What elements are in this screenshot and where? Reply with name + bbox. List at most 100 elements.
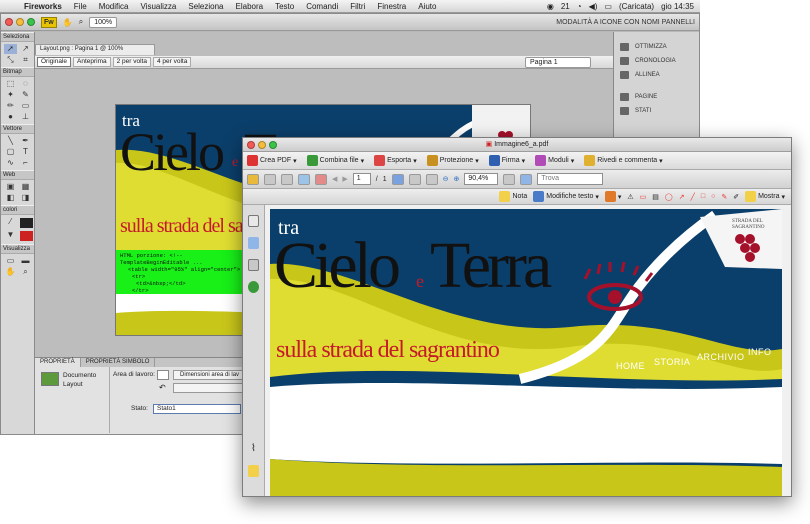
line-tool-icon[interactable]: ╲ xyxy=(4,136,17,146)
view-4up-button[interactable]: 4 per volta xyxy=(153,57,192,67)
canvas-color-swatch[interactable] xyxy=(157,370,169,380)
eraser-icon[interactable]: ✐ xyxy=(733,193,739,201)
menu-testo[interactable]: Testo xyxy=(269,2,300,11)
rotate-icon[interactable]: ↶ xyxy=(159,383,166,392)
select-tool-icon[interactable] xyxy=(391,173,404,185)
clock[interactable]: gio 14:35 xyxy=(661,2,694,11)
workspace-mode-select[interactable]: MODALITÀ A ICONE CON NOMI PANNELLI xyxy=(556,19,695,26)
panel-ottimizza[interactable]: OTTIMIZZA xyxy=(614,40,699,54)
zoom-select[interactable]: 100% xyxy=(89,16,118,28)
zoom-input[interactable]: 90,4% xyxy=(464,173,499,185)
tab-proprieta-simbolo[interactable]: PROPRIETÀ SIMBOLO xyxy=(81,358,156,367)
highlight-icon[interactable]: ▭ xyxy=(640,193,647,201)
lasso-tool-icon[interactable]: ◌ xyxy=(19,79,32,89)
modifiche-testo-button[interactable]: Modifiche testo ▾ xyxy=(533,191,599,202)
full-screen-icon[interactable]: ▬ xyxy=(19,256,32,266)
rectangle-tool-icon[interactable]: ▢ xyxy=(4,147,17,157)
battery-icon[interactable]: ▭ xyxy=(604,2,612,11)
hand-tool-icon[interactable]: ✋ xyxy=(4,267,17,277)
acrobat-minimize-button[interactable] xyxy=(258,141,266,149)
mostra-button[interactable]: Mostra ▾ xyxy=(745,191,785,202)
firma-button[interactable]: Firma ▾ xyxy=(488,155,525,166)
document-tab[interactable]: Layout.png : Pagina 1 @ 100% xyxy=(35,44,155,55)
nav-archivio-link[interactable]: ARCHIVIO xyxy=(697,352,745,362)
eyedropper-icon[interactable]: ⁄ xyxy=(4,217,17,227)
eraser-tool-icon[interactable]: ▭ xyxy=(19,101,32,111)
moduli-button[interactable]: Moduli ▾ xyxy=(535,155,574,166)
hide-slices-icon[interactable]: ◧ xyxy=(4,193,17,203)
slice-tool-icon[interactable]: ▦ xyxy=(19,182,32,192)
brush-tool-icon[interactable]: ✎ xyxy=(19,90,32,100)
arrow-icon[interactable]: ↗ xyxy=(679,193,685,201)
blur-tool-icon[interactable]: ● xyxy=(4,112,17,122)
view-anteprima-button[interactable]: Anteprima xyxy=(73,57,111,67)
bookmarks-icon[interactable] xyxy=(248,237,259,249)
menu-aiuto[interactable]: Aiuto xyxy=(412,2,442,11)
view-2up-button[interactable]: 2 per volta xyxy=(112,57,151,67)
upload-icon[interactable] xyxy=(315,173,327,185)
zoom-out-icon[interactable]: ⊖ xyxy=(443,175,449,183)
zoom-tool-icon[interactable]: ⌕ xyxy=(19,267,32,277)
esporta-button[interactable]: Esporta ▾ xyxy=(374,155,417,166)
subselect-tool-icon[interactable]: ↗ xyxy=(19,44,32,54)
freeform-tool-icon[interactable]: ∿ xyxy=(4,158,17,168)
combina-file-button[interactable]: Combina file ▾ xyxy=(306,155,364,166)
page-select[interactable]: Pagina 1 xyxy=(525,57,591,68)
menu-modifica[interactable]: Modifica xyxy=(93,2,135,11)
panel-pagine[interactable]: PAGINE xyxy=(614,90,699,104)
marquee-zoom-icon[interactable] xyxy=(425,173,438,185)
stamp-tool-icon[interactable]: ⊥ xyxy=(19,112,32,122)
nav-home-link[interactable]: HOME xyxy=(616,361,645,371)
hand-icon[interactable]: ✋ xyxy=(63,18,73,27)
scale-tool-icon[interactable]: ⤡ xyxy=(4,55,17,65)
print-icon[interactable] xyxy=(264,173,276,185)
layers-icon[interactable] xyxy=(248,281,259,293)
fill-color-swatch[interactable] xyxy=(20,231,33,241)
nav-info-link[interactable]: INFO xyxy=(748,347,772,357)
pencil-icon[interactable]: ✎ xyxy=(721,193,727,201)
close-window-button[interactable] xyxy=(5,18,13,26)
html-slice-overlay[interactable]: HTML porzione: <!-- TemplateBeginEditabl… xyxy=(116,250,246,294)
menu-app[interactable]: Fireworks xyxy=(18,2,68,11)
hotspot-tool-icon[interactable]: ▣ xyxy=(4,182,17,192)
panel-cronologia[interactable]: CRONOLOGIA xyxy=(614,54,699,68)
pencil-tool-icon[interactable]: ✏ xyxy=(4,101,17,111)
stato-select[interactable]: Stato1 xyxy=(153,404,241,414)
menu-filtri[interactable]: Filtri xyxy=(344,2,371,11)
attachments-clip-icon[interactable]: ⌇ xyxy=(248,443,259,455)
save-icon[interactable] xyxy=(281,173,293,185)
comments-panel-icon[interactable] xyxy=(248,465,259,477)
standard-screen-icon[interactable]: ▭ xyxy=(4,256,17,266)
panel-allinea[interactable]: ALLINEA xyxy=(614,68,699,82)
stroke-color-swatch[interactable] xyxy=(20,218,33,228)
crea-pdf-button[interactable]: Crea PDF ▾ xyxy=(247,155,297,166)
prev-page-icon[interactable]: ◀ xyxy=(332,175,337,183)
oval-icon[interactable]: ○ xyxy=(711,193,715,200)
marquee-tool-icon[interactable]: ⬚ xyxy=(4,79,17,89)
panel-stati[interactable]: STATI xyxy=(614,104,699,118)
attach-icon[interactable]: ⚠ xyxy=(627,193,633,201)
open-folder-icon[interactable] xyxy=(247,173,259,185)
acrobat-zoom-button[interactable] xyxy=(269,141,277,149)
show-slices-icon[interactable]: ◨ xyxy=(19,193,32,203)
paint-bucket-icon[interactable]: ▼ xyxy=(4,230,17,240)
stamp-button[interactable]: ▾ xyxy=(604,191,621,202)
menu-finestra[interactable]: Finestra xyxy=(371,2,412,11)
menu-visualizza[interactable]: Visualizza xyxy=(134,2,182,11)
email-icon[interactable] xyxy=(298,173,310,185)
zoom-icon[interactable]: ⌕ xyxy=(79,17,83,27)
nota-button[interactable]: Nota xyxy=(499,191,527,202)
next-page-icon[interactable]: ▶ xyxy=(342,175,347,183)
minimize-window-button[interactable] xyxy=(16,18,24,26)
magic-wand-icon[interactable]: ✦ xyxy=(4,90,17,100)
zoom-in-icon[interactable]: ⊕ xyxy=(454,175,460,183)
fit-page-icon[interactable] xyxy=(503,173,516,185)
cloud-icon[interactable]: ◯ xyxy=(665,193,673,201)
pages-panel-icon[interactable] xyxy=(248,215,259,227)
nav-storia-link[interactable]: STORIA xyxy=(654,357,690,367)
pen-tool-icon[interactable]: ✒ xyxy=(19,136,32,146)
menu-seleziona[interactable]: Seleziona xyxy=(182,2,229,11)
knife-tool-icon[interactable]: ⌐ xyxy=(19,158,32,168)
tab-proprieta[interactable]: PROPRIETÀ xyxy=(35,358,81,367)
line-icon[interactable]: ╱ xyxy=(691,193,695,201)
